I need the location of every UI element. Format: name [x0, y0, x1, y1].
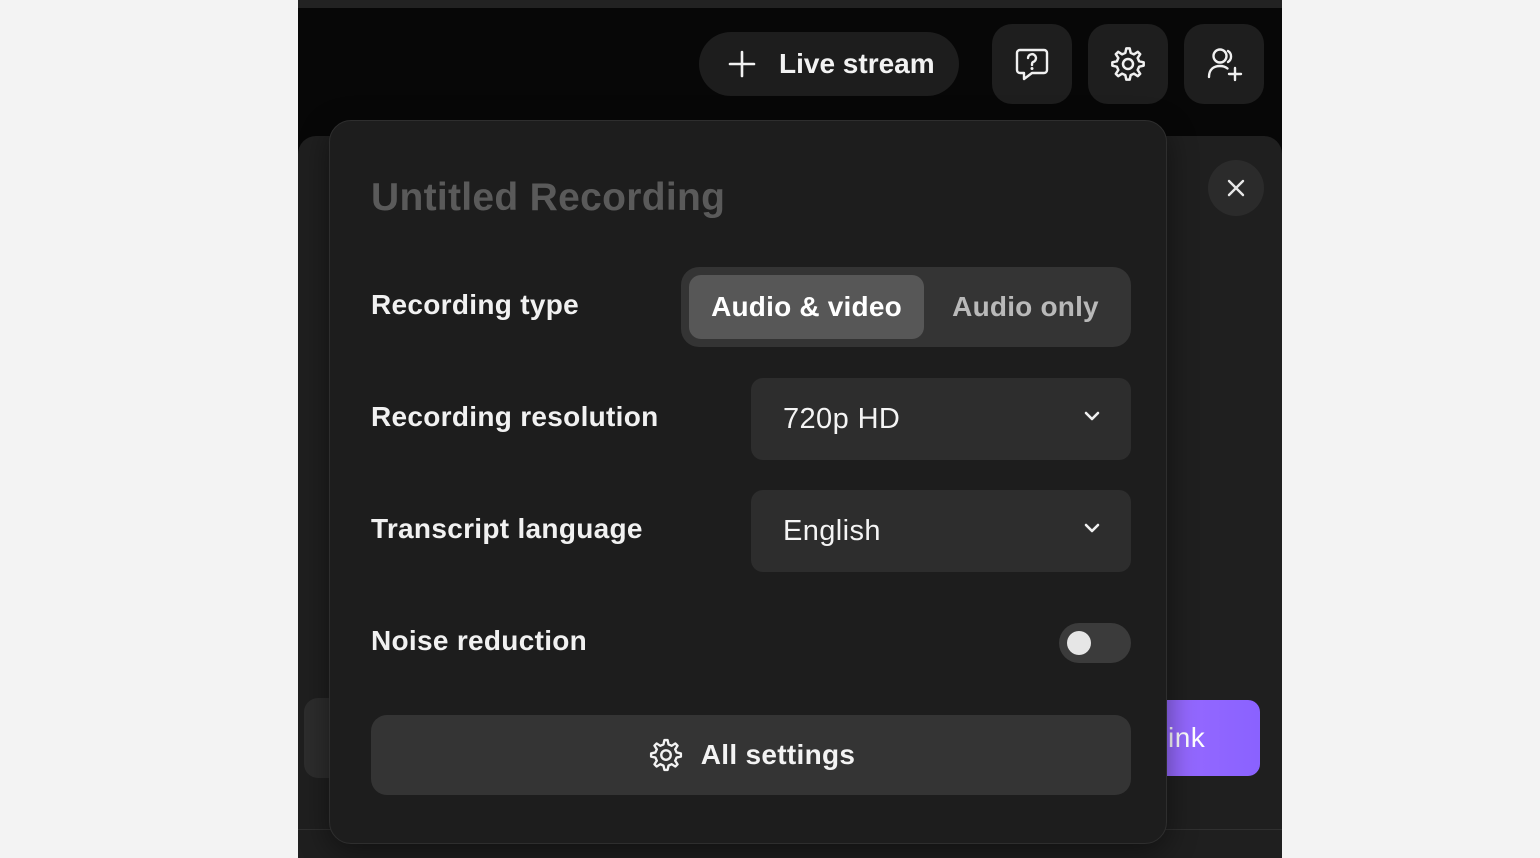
transcript-language-label: Transcript language: [371, 513, 643, 544]
recording-resolution-select[interactable]: 720p HD: [751, 378, 1131, 460]
toggle-knob: [1067, 631, 1091, 655]
all-settings-button[interactable]: All settings: [371, 715, 1131, 795]
recording-title[interactable]: Untitled Recording: [371, 176, 725, 220]
recording-resolution-label: Recording resolution: [371, 401, 659, 432]
option-audio-only[interactable]: Audio only: [928, 275, 1123, 339]
top-strip: [298, 0, 1282, 8]
recording-resolution-value: 720p HD: [783, 402, 901, 435]
transcript-language-select[interactable]: English: [751, 490, 1131, 572]
add-user-icon: [1204, 44, 1244, 84]
chevron-down-icon: [1083, 410, 1101, 422]
noise-reduction-label: Noise reduction: [371, 625, 588, 656]
transcript-language-value: English: [783, 514, 881, 547]
help-chat-icon: [1012, 44, 1052, 84]
gear-icon: [647, 736, 685, 774]
all-settings-label: All settings: [700, 739, 856, 770]
recording-settings-popover: Untitled Recording Recording type Audio …: [329, 120, 1167, 844]
help-button[interactable]: [992, 24, 1072, 104]
close-icon: [1226, 178, 1246, 198]
recording-type-segmented-control: Audio & video Audio only: [681, 267, 1131, 347]
settings-button[interactable]: [1088, 24, 1168, 104]
invite-button[interactable]: [1184, 24, 1264, 104]
link-button-label: ink: [1168, 722, 1206, 753]
live-stream-button[interactable]: Live stream: [699, 32, 959, 96]
close-button[interactable]: [1208, 160, 1264, 216]
chevron-down-icon: [1083, 522, 1101, 534]
recording-type-label: Recording type: [371, 289, 580, 320]
plus-icon: [727, 49, 757, 79]
gear-icon: [1108, 44, 1148, 84]
live-stream-label: Live stream: [779, 48, 935, 79]
option-audio-video[interactable]: Audio & video: [689, 275, 924, 339]
noise-reduction-toggle[interactable]: [1059, 623, 1131, 663]
